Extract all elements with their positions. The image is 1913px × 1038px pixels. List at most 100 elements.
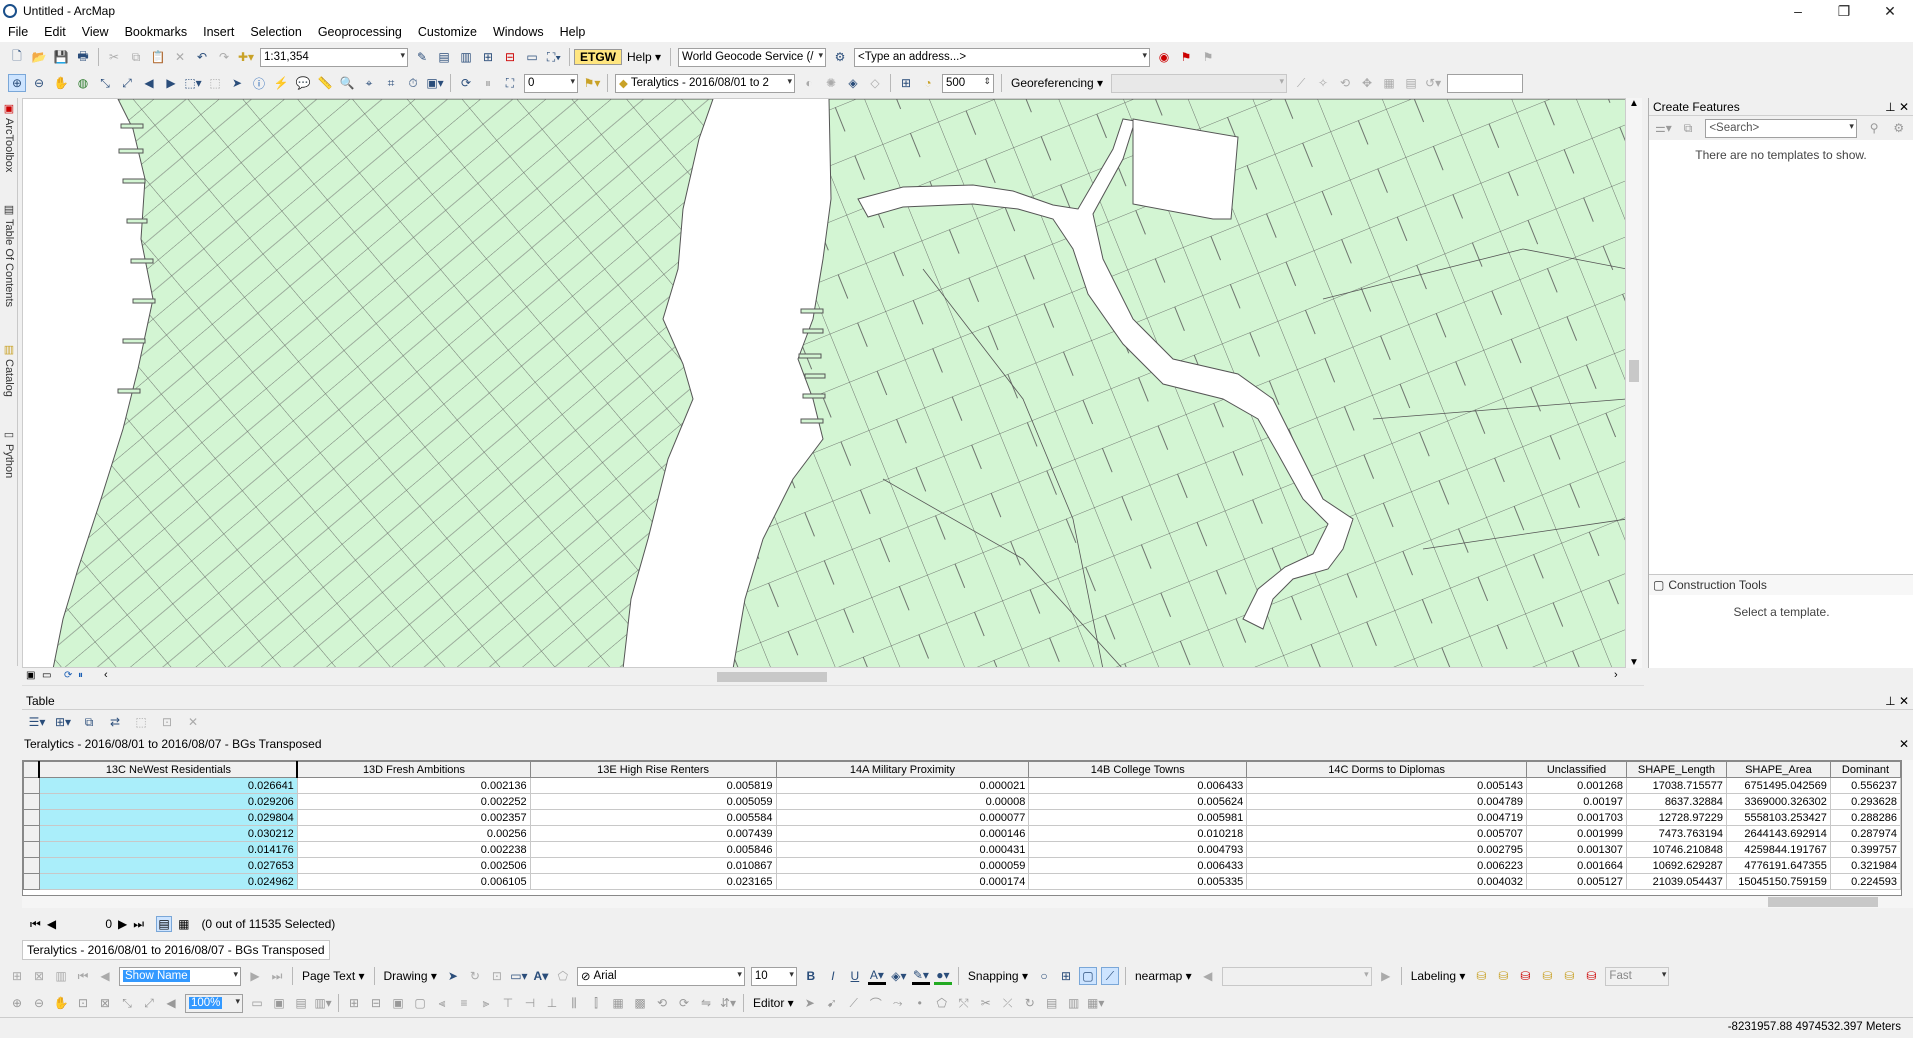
tab-arctoolbox[interactable]: ▣ ArcToolbox bbox=[1, 102, 17, 182]
row-selector[interactable] bbox=[23, 809, 40, 826]
table-cell[interactable]: 0.00008 bbox=[775, 793, 1030, 810]
fill-color-icon[interactable]: ◈▾ bbox=[890, 967, 908, 985]
reshape-icon[interactable]: ⤲ bbox=[955, 994, 973, 1012]
tab-catalog[interactable]: ▥ Catalog bbox=[1, 343, 17, 413]
scroll-right-icon[interactable]: › bbox=[1614, 669, 1618, 681]
layout-view-icon[interactable]: ▭ bbox=[42, 670, 51, 681]
select-by-attributes-icon[interactable]: ⧉ bbox=[80, 713, 98, 731]
locate-flag-icon[interactable]: ⚑ bbox=[1177, 48, 1195, 66]
layout-zoom-combo[interactable]: 100% ▾ bbox=[185, 993, 243, 1013]
address-input[interactable]: <Type an address...> ▾ bbox=[854, 47, 1151, 67]
table-cell[interactable]: 0.000146 bbox=[775, 825, 1030, 842]
table-cell[interactable]: 0.014176 bbox=[38, 841, 298, 858]
create-features-icon[interactable]: ▦▾ bbox=[1087, 994, 1105, 1012]
focus-frame-icon[interactable]: ▣ bbox=[270, 994, 288, 1012]
table-cell[interactable]: 0.321984 bbox=[1829, 857, 1901, 874]
table-cell[interactable]: 0.000431 bbox=[775, 841, 1030, 858]
add-data-icon[interactable]: ✚▾ bbox=[237, 48, 255, 66]
table-cell[interactable]: 0.005127 bbox=[1526, 873, 1627, 890]
rotate-icon[interactable]: ⟲ bbox=[1336, 74, 1354, 92]
refresh-icon[interactable]: ⟳ bbox=[457, 74, 475, 92]
paste-icon[interactable]: 📋 bbox=[149, 48, 167, 66]
scroll-left-icon[interactable]: ‹ bbox=[104, 669, 108, 681]
etgw-button[interactable]: ETGW bbox=[574, 49, 622, 65]
full-extent-icon[interactable]: ◍ bbox=[74, 74, 92, 92]
minimize-button[interactable]: – bbox=[1775, 0, 1821, 22]
table-vertical-scrollbar[interactable] bbox=[1902, 760, 1913, 896]
table-cell[interactable]: 0.288286 bbox=[1829, 809, 1901, 826]
layout-tool3-icon[interactable]: ▥ bbox=[52, 967, 70, 985]
marker-color-icon[interactable]: ●▾ bbox=[933, 967, 952, 985]
straight-segment-icon[interactable]: ⟋ bbox=[845, 994, 863, 1012]
georeferencing-dropdown[interactable]: Georeferencing ▾ bbox=[1006, 76, 1108, 90]
time-slider-icon[interactable]: ⏱ bbox=[404, 74, 422, 92]
previous-record-icon[interactable]: ◀ bbox=[47, 917, 56, 931]
copy-icon[interactable]: ⧉ bbox=[127, 48, 145, 66]
zoom-to-selected-icon[interactable]: ⊡ bbox=[158, 713, 176, 731]
tab-python[interactable]: ▭ Python bbox=[1, 428, 17, 498]
table-row[interactable]: 0.024962 0.006105 0.023165 0.000174 0.005335… bbox=[23, 873, 1901, 890]
map-canvas[interactable] bbox=[23, 99, 1626, 668]
table-cell[interactable]: 0.004793 bbox=[1028, 841, 1248, 858]
table-cell[interactable]: 0.004789 bbox=[1246, 793, 1528, 810]
underline-icon[interactable]: U bbox=[846, 967, 864, 985]
table-cell[interactable]: 0.002252 bbox=[296, 793, 531, 810]
new-document-icon[interactable]: 🗋 bbox=[8, 48, 26, 66]
zoom-to-element-icon[interactable]: ⊡ bbox=[488, 967, 506, 985]
align-left-icon[interactable]: ⫷ bbox=[433, 994, 451, 1012]
address-inspector-icon[interactable]: ⚙ bbox=[831, 48, 849, 66]
bring-front-icon[interactable]: ▣ bbox=[389, 994, 407, 1012]
table-cell[interactable]: 4776191.647355 bbox=[1725, 857, 1831, 874]
table-horizontal-scrollbar[interactable] bbox=[22, 896, 1913, 908]
prev-page-icon[interactable]: ◀ bbox=[96, 967, 114, 985]
effects-icon[interactable]: ⊞ bbox=[897, 74, 915, 92]
clear-locate-icon[interactable]: ⚑ bbox=[1199, 48, 1217, 66]
point-icon[interactable]: • bbox=[911, 994, 929, 1012]
table-row[interactable]: 0.029804 0.002357 0.005584 0.000077 0.005981… bbox=[23, 809, 1901, 826]
table-row[interactable]: 0.030212 0.00256 0.007439 0.000146 0.010218 0… bbox=[23, 825, 1901, 842]
end-snap-icon[interactable]: ⊞ bbox=[1057, 967, 1075, 985]
menu-bookmarks[interactable]: Bookmarks bbox=[117, 25, 196, 39]
table-cell[interactable]: 0.002238 bbox=[296, 841, 531, 858]
layout-zoom-out-icon[interactable]: ⊖ bbox=[30, 994, 48, 1012]
edit-vertices2-icon[interactable]: ⬠ bbox=[933, 994, 951, 1012]
zoom-in-icon[interactable]: ⊕ bbox=[8, 74, 26, 92]
data-view-icon[interactable]: ▣ bbox=[26, 670, 35, 681]
nearmap-forward-icon[interactable]: ▶ bbox=[1377, 967, 1395, 985]
first-record-icon[interactable]: ⏮ bbox=[30, 917, 41, 932]
table-cell[interactable]: 0.005819 bbox=[529, 777, 777, 794]
show-all-records-icon[interactable]: ▤ bbox=[156, 916, 173, 932]
table-cell[interactable]: 0.293628 bbox=[1829, 793, 1901, 810]
text-icon[interactable]: A▾ bbox=[532, 967, 550, 985]
table-row[interactable]: 0.014176 0.002238 0.005846 0.000431 0.004793… bbox=[23, 841, 1901, 858]
page-name-combo[interactable]: Show Name ▾ bbox=[119, 966, 241, 986]
table-cell[interactable]: 0.001664 bbox=[1526, 857, 1627, 874]
table-cell[interactable]: 0.005707 bbox=[1246, 825, 1528, 842]
table-cell[interactable]: 0.027653 bbox=[38, 857, 298, 874]
table-cell[interactable]: 0.023165 bbox=[529, 873, 777, 890]
table-cell[interactable]: 0.007439 bbox=[529, 825, 777, 842]
georef-layer-combo[interactable]: ▾ bbox=[1111, 73, 1288, 93]
cut-polygon-icon[interactable]: ✂ bbox=[977, 994, 995, 1012]
layout-back-icon[interactable]: ◀ bbox=[162, 994, 180, 1012]
search-window-icon[interactable]: ⊞ bbox=[479, 48, 497, 66]
distribute-h-icon[interactable]: ⫼ bbox=[565, 994, 583, 1012]
contrast-icon[interactable]: ◇ bbox=[866, 74, 884, 92]
reset-icon[interactable]: ↺▾ bbox=[1424, 74, 1442, 92]
restore-button[interactable]: ❐ bbox=[1821, 0, 1867, 22]
table-cell[interactable]: 0.224593 bbox=[1829, 873, 1901, 890]
table-cell[interactable]: 0.005584 bbox=[529, 809, 777, 826]
transparency-icon[interactable]: ◈ bbox=[844, 74, 862, 92]
cut-icon[interactable]: ✂ bbox=[105, 48, 123, 66]
table-row[interactable]: 0.027653 0.002506 0.010867 0.000059 0.006433… bbox=[23, 857, 1901, 874]
map-vertical-scrollbar[interactable]: ▲ ▼ bbox=[1626, 98, 1642, 668]
attributes-icon[interactable]: ▤ bbox=[1043, 994, 1061, 1012]
fixed-zoom-out-icon[interactable]: ⤢ bbox=[118, 74, 136, 92]
layout-zoom-in-icon[interactable]: ⊕ bbox=[8, 994, 26, 1012]
table-cell[interactable]: 0.029804 bbox=[38, 809, 298, 826]
menu-geoprocessing[interactable]: Geoprocessing bbox=[310, 25, 410, 39]
column-header[interactable]: 13C NeWest Residentials bbox=[38, 761, 299, 778]
point-snap-icon[interactable]: ○ bbox=[1035, 967, 1053, 985]
table-cell[interactable]: 0.399757 bbox=[1829, 841, 1901, 858]
table-cell[interactable]: 0.006105 bbox=[296, 873, 531, 890]
